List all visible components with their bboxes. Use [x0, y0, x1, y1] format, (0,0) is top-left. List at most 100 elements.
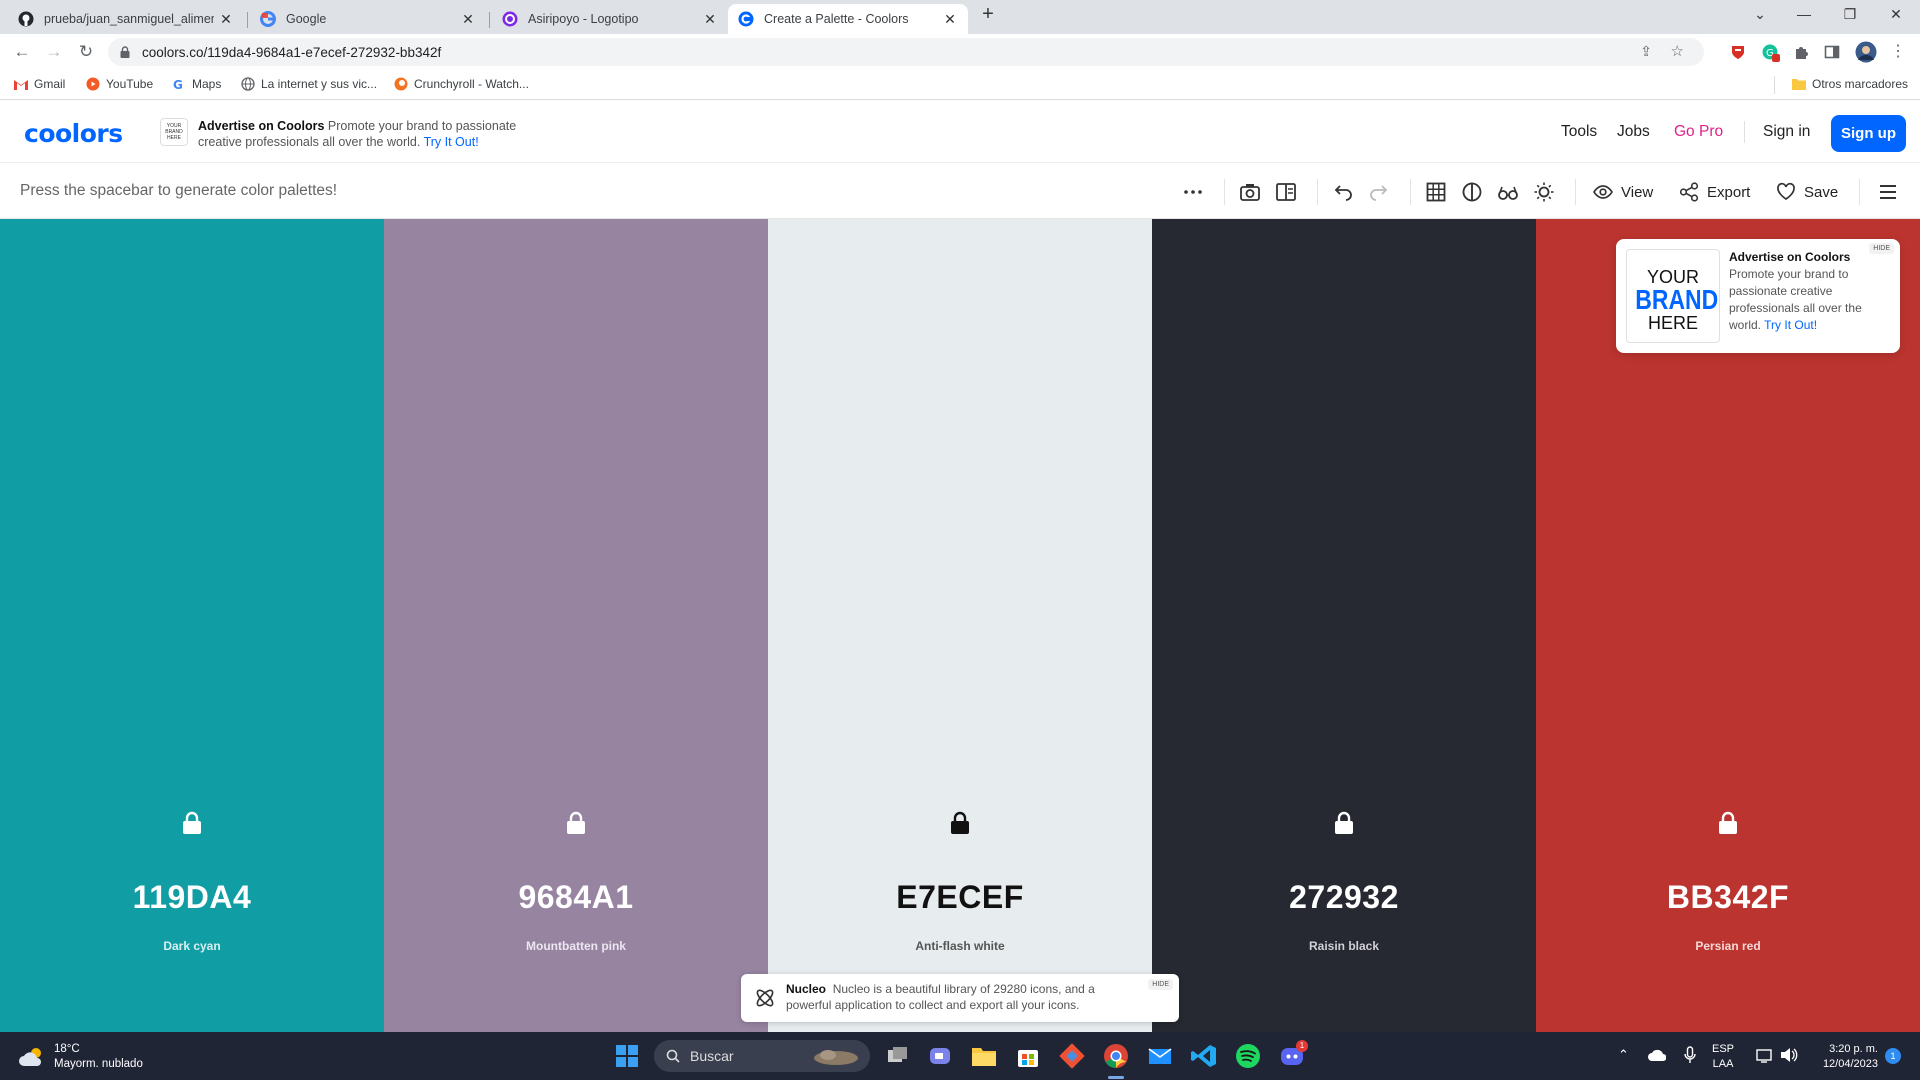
tab-google[interactable]: Google ✕ — [250, 4, 486, 34]
color-column[interactable]: 9684A1 Mountbatten pink — [384, 219, 768, 1032]
hex-code[interactable]: BB342F — [1536, 879, 1920, 916]
spotify-icon[interactable] — [1234, 1042, 1262, 1070]
header-ad[interactable]: Advertise on Coolors Promote your brand … — [198, 118, 538, 150]
hide-nucleo-button[interactable]: HIDE — [1148, 979, 1173, 990]
teams-chat-icon[interactable] — [926, 1042, 954, 1070]
nav-go-pro[interactable]: Go Pro — [1674, 123, 1723, 141]
close-icon[interactable]: ✕ — [460, 11, 476, 28]
onedrive-cloud-icon[interactable] — [1648, 1049, 1666, 1061]
coolors-logo[interactable]: coolors — [24, 119, 123, 148]
undo-icon[interactable] — [1332, 181, 1354, 203]
visual-impairment-glasses-icon[interactable] — [1497, 181, 1519, 203]
redo-icon[interactable] — [1368, 181, 1390, 203]
lock-icon[interactable] — [949, 811, 971, 835]
taskbar-search[interactable]: Buscar — [654, 1040, 870, 1072]
export-button[interactable]: Export — [1679, 182, 1750, 202]
grid-icon[interactable] — [1425, 181, 1447, 203]
nav-sign-in[interactable]: Sign in — [1763, 123, 1810, 141]
hex-code[interactable]: 119DA4 — [0, 879, 384, 916]
lock-icon[interactable] — [1717, 811, 1739, 835]
network-icon[interactable] — [1756, 1048, 1774, 1064]
nav-jobs[interactable]: Jobs — [1617, 123, 1650, 141]
view-label: View — [1621, 183, 1654, 201]
chrome-menu-icon[interactable]: ⋮ — [1888, 42, 1908, 62]
youtube-icon — [86, 77, 100, 91]
bookmark-label: Crunchyroll - Watch... — [414, 77, 529, 91]
minimize-icon[interactable]: — — [1792, 6, 1816, 26]
reload-icon[interactable]: ↻ — [76, 42, 96, 62]
chrome-icon[interactable] — [1102, 1042, 1130, 1070]
view-button[interactable]: View — [1593, 182, 1653, 202]
header-ad-logo[interactable]: YOUR BRAND HERE — [160, 118, 188, 146]
bookmark-youtube[interactable]: YouTube — [86, 77, 153, 91]
microphone-icon[interactable] — [1684, 1046, 1696, 1064]
lock-icon[interactable] — [1333, 811, 1355, 835]
lock-icon[interactable] — [120, 46, 130, 58]
notification-badge[interactable]: 1 — [1885, 1048, 1901, 1064]
vscode-icon[interactable] — [1190, 1042, 1218, 1070]
bookmark-star-icon[interactable]: ☆ — [1671, 42, 1684, 60]
nav-tools[interactable]: Tools — [1561, 123, 1597, 141]
window-close-icon[interactable]: ✕ — [1884, 6, 1908, 26]
tab-search-icon[interactable]: ⌄ — [1748, 6, 1772, 26]
tab-canva[interactable]: Asiripoyo - Logotipo ✕ — [492, 4, 728, 34]
other-bookmarks[interactable]: Otros marcadores — [1792, 77, 1908, 91]
forward-icon[interactable]: → — [44, 42, 64, 62]
share-icon[interactable]: ⇪ — [1640, 43, 1652, 60]
side-panel-icon[interactable] — [1824, 44, 1840, 60]
tab-github[interactable]: prueba/juan_sanmiguel_alimentos ✕ — [8, 4, 244, 34]
lock-icon[interactable] — [181, 811, 203, 835]
palette-view-icon[interactable] — [1275, 181, 1297, 203]
contrast-icon[interactable] — [1461, 181, 1483, 203]
close-icon[interactable]: ✕ — [702, 11, 718, 28]
close-icon[interactable]: ✕ — [942, 11, 958, 28]
restore-icon[interactable]: ❐ — [1838, 6, 1862, 26]
color-column[interactable]: 119DA4 Dark cyan — [0, 219, 384, 1032]
camera-icon[interactable] — [1239, 181, 1261, 203]
extension-grammarly-icon[interactable]: G — [1762, 44, 1780, 62]
nucleo-ad[interactable]: Nucleo Nucleo is a beautiful library of … — [741, 974, 1179, 1022]
file-explorer-icon[interactable] — [970, 1042, 998, 1070]
weather-widget[interactable]: 18°C Mayorm. nublado — [18, 1042, 143, 1072]
weather-temp: 18°C — [54, 1043, 80, 1055]
brightness-icon[interactable] — [1533, 181, 1555, 203]
url-text[interactable]: coolors.co/119da4-9684a1-e7ecef-272932-b… — [142, 45, 441, 60]
extension-shield-icon[interactable] — [1730, 44, 1746, 60]
bookmark-crunchyroll[interactable]: Crunchyroll - Watch... — [394, 77, 529, 91]
more-options-icon[interactable] — [1182, 181, 1204, 203]
ad-card-link[interactable]: Try It Out! — [1764, 318, 1817, 332]
hamburger-menu-icon[interactable] — [1877, 181, 1899, 203]
profile-avatar-icon[interactable] — [1855, 41, 1877, 63]
color-column[interactable]: E7ECEF Anti-flash white — [768, 219, 1152, 1032]
extensions-puzzle-icon[interactable] — [1793, 44, 1809, 60]
bookmark-gmail[interactable]: Gmail — [14, 77, 65, 91]
ad-card[interactable]: YOUR BRAND HERE Advertise on Coolors Pro… — [1616, 239, 1900, 353]
volume-icon[interactable] — [1780, 1047, 1798, 1063]
git-client-icon[interactable] — [1058, 1042, 1086, 1070]
windows-start-icon[interactable] — [616, 1045, 638, 1067]
color-column[interactable]: 272932 Raisin black — [1152, 219, 1536, 1032]
clock[interactable]: 3:20 p. m. 12/04/2023 — [1812, 1042, 1878, 1072]
save-button[interactable]: Save — [1776, 182, 1838, 202]
lock-icon[interactable] — [565, 811, 587, 835]
tray-chevron-icon[interactable]: ⌃ — [1618, 1047, 1629, 1062]
bookmark-maps[interactable]: G Maps — [172, 77, 221, 91]
close-icon[interactable]: ✕ — [218, 11, 234, 28]
hide-ad-button[interactable]: HIDE — [1869, 243, 1894, 254]
hex-code[interactable]: 272932 — [1152, 879, 1536, 916]
language-indicator[interactable]: ESP LAA — [1712, 1042, 1734, 1072]
mail-icon[interactable] — [1146, 1042, 1174, 1070]
task-view-icon[interactable] — [884, 1042, 912, 1070]
ad-brand-logo[interactable]: YOUR BRAND HERE — [1626, 249, 1720, 343]
tab-coolors[interactable]: Create a Palette - Coolors ✕ — [728, 4, 968, 34]
heart-icon — [1777, 182, 1795, 201]
hex-code[interactable]: E7ECEF — [768, 879, 1152, 916]
sign-up-button[interactable]: Sign up — [1831, 115, 1906, 152]
header-ad-link[interactable]: Try It Out! — [424, 135, 479, 149]
new-tab-button[interactable]: + — [976, 3, 1000, 25]
microsoft-store-icon[interactable] — [1014, 1042, 1042, 1070]
bookmark-internet[interactable]: La internet y sus vic... — [241, 77, 377, 91]
hex-code[interactable]: 9684A1 — [384, 879, 768, 916]
address-bar[interactable]: coolors.co/119da4-9684a1-e7ecef-272932-b… — [108, 38, 1704, 66]
back-icon[interactable]: ← — [12, 42, 32, 62]
